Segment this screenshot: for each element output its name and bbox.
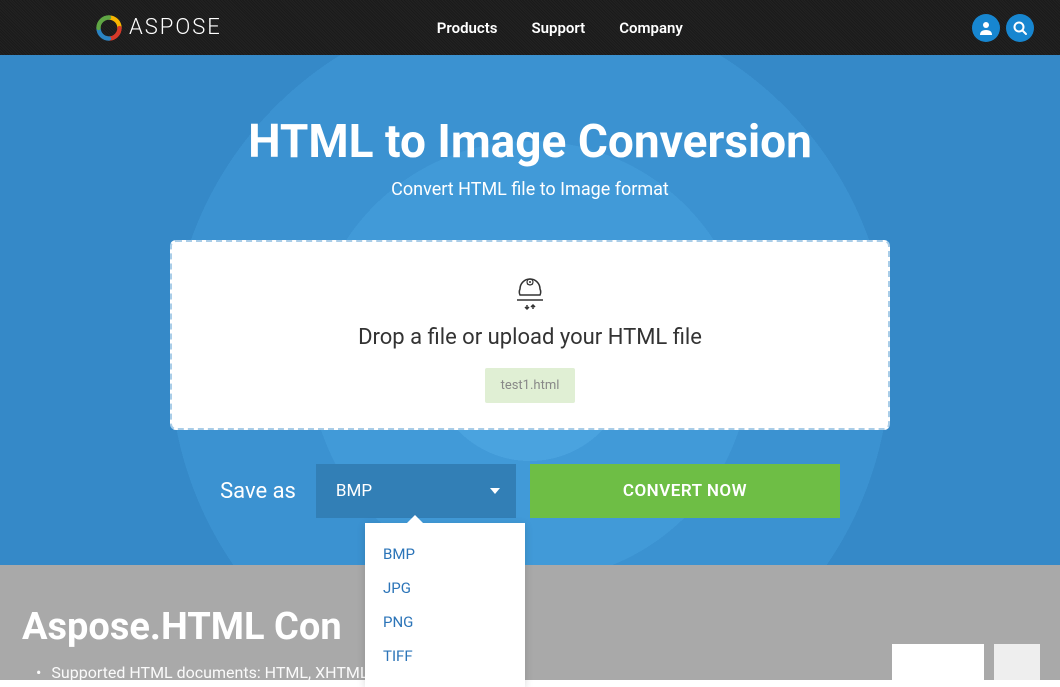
- format-option-bmp[interactable]: BMP: [365, 537, 525, 571]
- cloud-upload-icon: [505, 267, 555, 311]
- brand-logo[interactable]: ASPOSE: [95, 14, 222, 42]
- format-option-jpg[interactable]: JPG: [365, 571, 525, 605]
- format-option-tiff[interactable]: TIFF: [365, 639, 525, 673]
- page-subtitle: Convert HTML file to Image format: [0, 179, 1060, 200]
- hero-section: HTML to Image Conversion Convert HTML fi…: [0, 55, 1060, 565]
- convert-button-label: CONVERT NOW: [623, 481, 747, 501]
- thumbnail-1[interactable]: [892, 644, 984, 680]
- page-title: HTML to Image Conversion: [0, 115, 1060, 169]
- nav-company[interactable]: Company: [619, 19, 683, 37]
- info-section: Aspose.HTML Con Supported HTML documents…: [0, 565, 1060, 680]
- thumbnail-2[interactable]: [994, 644, 1040, 680]
- info-thumbnails: [892, 644, 1040, 680]
- search-button[interactable]: [1006, 14, 1034, 42]
- info-title: Aspose.HTML Con: [22, 605, 1060, 649]
- user-account-button[interactable]: [972, 14, 1000, 42]
- header-actions: [972, 14, 1034, 42]
- user-icon: [978, 20, 994, 36]
- format-option-png[interactable]: PNG: [365, 605, 525, 639]
- nav-support[interactable]: Support: [532, 19, 586, 37]
- chevron-down-icon: [490, 488, 500, 494]
- format-select[interactable]: BMP: [316, 464, 516, 518]
- format-select-value: BMP: [336, 481, 372, 501]
- main-nav: Products Support Company: [437, 19, 683, 37]
- uploaded-file-chip[interactable]: test1.html: [485, 368, 576, 403]
- format-dropdown: BMP JPG PNG TIFF: [365, 523, 525, 687]
- saveas-label: Save as: [220, 479, 296, 504]
- brand-name: ASPOSE: [129, 15, 222, 40]
- top-navbar: ASPOSE Products Support Company: [0, 0, 1060, 55]
- convert-now-button[interactable]: CONVERT NOW: [530, 464, 840, 518]
- conversion-controls: Save as BMP CONVERT NOW: [0, 464, 1060, 518]
- search-icon: [1012, 20, 1028, 36]
- dropzone-label: Drop a file or upload your HTML file: [358, 325, 702, 350]
- aspose-logo-icon: [95, 14, 123, 42]
- file-dropzone[interactable]: Drop a file or upload your HTML file tes…: [170, 240, 890, 430]
- nav-products[interactable]: Products: [437, 19, 498, 37]
